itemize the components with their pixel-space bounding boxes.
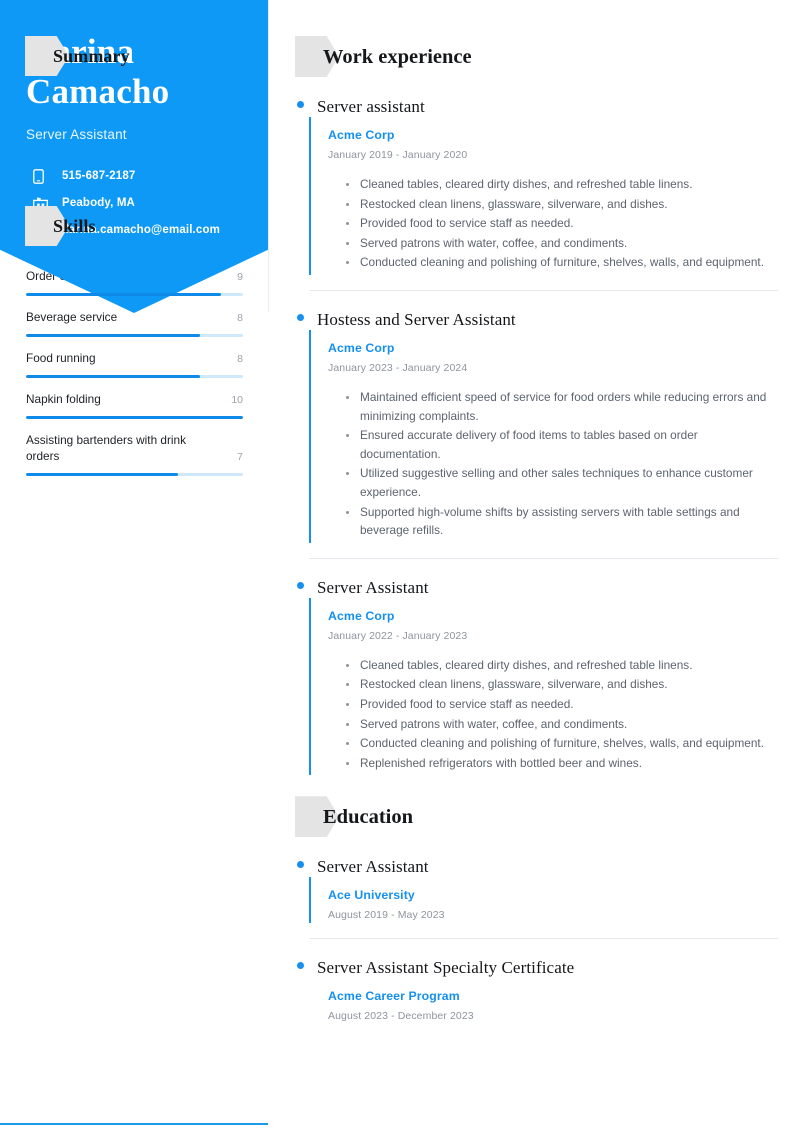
entry-point: Restocked clean linens, glassware, silve…	[346, 675, 778, 694]
education-section: Education Server Assistant Ace University…	[295, 796, 778, 1024]
entry-points: Maintained efficient speed of service fo…	[328, 388, 778, 540]
sidebar: Karina Camacho Server Assistant 515-687-…	[0, 0, 269, 1128]
entry: Hostess and Server Assistant Acme Corp Jan…	[297, 310, 778, 559]
skill-score: 10	[231, 394, 243, 406]
entry-dates: January 2023 - January 2024	[328, 361, 468, 374]
entry-dates: August 2019 - May 2023	[328, 909, 445, 922]
entry-body: Acme Corp January 2019 - January 2020 Clea…	[309, 117, 778, 275]
entry-points: Cleaned tables, cleared dirty dishes, an…	[328, 175, 778, 272]
skill-bar-fill	[26, 375, 200, 378]
entry-organization[interactable]: Acme Corp	[328, 128, 778, 142]
resume-page: Karina Camacho Server Assistant 515-687-…	[0, 0, 800, 1128]
entry-points: Cleaned tables, cleared dirty dishes, an…	[328, 656, 778, 773]
entry-bullet-icon	[297, 581, 304, 589]
entry-point: Restocked clean linens, glassware, silve…	[346, 195, 778, 214]
skill-bar-fill	[26, 334, 200, 337]
education-heading-label: Education	[323, 805, 413, 828]
entry-organization[interactable]: Acme Corp	[328, 609, 778, 623]
entry-dates: August 2023 - December 2023	[328, 1010, 474, 1023]
skill-bar-fill	[26, 416, 243, 419]
skill-score: 8	[237, 312, 243, 324]
sidebar-bottom-accent-rule	[0, 1123, 268, 1125]
header-job-title: Server Assistant	[26, 127, 127, 142]
entry-point: Utilized suggestive selling and other sa…	[346, 464, 778, 501]
education-entries: Server Assistant Ace University August 201…	[297, 857, 778, 1024]
skill-bar	[26, 293, 243, 296]
entry: Server Assistant Acme Corp January 2022 - …	[297, 578, 778, 776]
entry-bullet-icon	[297, 313, 304, 321]
entry-point: Provided food to service staff as needed…	[346, 695, 778, 714]
entry-point: Replenished refrigerators with bottled b…	[346, 754, 778, 773]
entry: Server Assistant Specialty Certificate Ac…	[297, 958, 778, 1024]
entry-title: Server Assistant	[317, 857, 429, 877]
education-heading: Education	[295, 796, 778, 838]
entry-title: Server Assistant Specialty Certificate	[317, 958, 575, 978]
entry-title: Server Assistant	[317, 577, 429, 597]
skill-bar	[26, 416, 243, 419]
entry-bullet-icon	[297, 962, 304, 970]
work-experience-heading-label: Work experience	[323, 45, 472, 68]
entry-separator	[309, 557, 778, 559]
entry-bullet-icon	[297, 101, 304, 108]
entry-point: Served patrons with water, coffee, and c…	[346, 715, 778, 734]
phone-icon	[33, 168, 53, 184]
contact-phone[interactable]: 515-687-2187	[33, 164, 255, 188]
skill-score: 7	[237, 451, 243, 463]
skill-bar	[26, 473, 243, 476]
skill-name: Beverage service	[26, 310, 118, 324]
skill-name: Food running	[26, 351, 96, 365]
work-experience-section: Work experience Server assistant Acme Cor…	[295, 36, 778, 776]
entry-body: Acme Career Program August 2023 - Decembe…	[309, 978, 778, 1024]
summary-heading-label: Summary	[53, 45, 130, 66]
entry-organization[interactable]: Acme Career Program	[328, 989, 778, 1003]
entry-organization[interactable]: Acme Corp	[328, 341, 778, 355]
skill-score: 8	[237, 353, 243, 365]
entry-body: Ace University August 2019 - May 2023	[309, 877, 778, 924]
entry-bullet-icon	[297, 861, 304, 869]
work-experience-entries: Server assistant Acme Corp January 2019 - …	[297, 97, 778, 776]
skills-heading-label: Skills	[53, 215, 96, 236]
skill-bar-fill	[26, 293, 222, 296]
entry-point: Conducted cleaning and polishing of furn…	[346, 253, 778, 272]
entry-title: Server assistant	[317, 97, 425, 116]
last-name: Camacho	[26, 72, 170, 111]
summary-heading: Summary	[25, 36, 243, 76]
skills-heading: Skills	[25, 206, 243, 246]
entry-point: Cleaned tables, cleared dirty dishes, an…	[346, 656, 778, 675]
skill-name: Assisting bartenders with drink orders	[26, 433, 186, 463]
entry-point: Supported high-volume shifts by assistin…	[346, 503, 778, 540]
entry-separator	[309, 938, 778, 940]
main-content: Work experience Server assistant Acme Cor…	[269, 0, 800, 1128]
skill-item: Food running 8	[26, 337, 243, 378]
entry-body: Acme Corp January 2022 - January 2023 Clea…	[309, 597, 778, 776]
skill-name: Napkin folding	[26, 392, 101, 406]
entry: Server Assistant Ace University August 201…	[297, 857, 778, 940]
entry-point: Served patrons with water, coffee, and c…	[346, 234, 778, 253]
skill-score: 9	[237, 271, 243, 283]
entry-separator	[309, 289, 778, 291]
entry-point: Provided food to service staff as needed…	[346, 214, 778, 233]
entry-point: Ensured accurate delivery of food items …	[346, 426, 778, 463]
work-experience-heading: Work experience	[295, 36, 778, 78]
entry-organization[interactable]: Ace University	[328, 888, 778, 902]
entry: Server assistant Acme Corp January 2019 - …	[297, 97, 778, 291]
skill-bar	[26, 375, 243, 378]
entry-dates: January 2019 - January 2020	[328, 149, 468, 161]
entry-point: Conducted cleaning and polishing of furn…	[346, 734, 778, 753]
skill-bar-fill	[26, 473, 178, 476]
entry-title: Hostess and Server Assistant	[317, 309, 516, 329]
skill-item: Napkin folding 10	[26, 378, 243, 419]
skill-item: Assisting bartenders with drink orders 7	[26, 419, 243, 476]
entry-point: Cleaned tables, cleared dirty dishes, an…	[346, 175, 778, 194]
skill-bar	[26, 334, 243, 337]
entry-point: Maintained efficient speed of service fo…	[346, 388, 778, 425]
entry-body: Acme Corp January 2023 - January 2024 Main…	[309, 329, 778, 543]
phone-value: 515-687-2187	[62, 170, 136, 182]
entry-dates: January 2022 - January 2023	[328, 629, 468, 642]
